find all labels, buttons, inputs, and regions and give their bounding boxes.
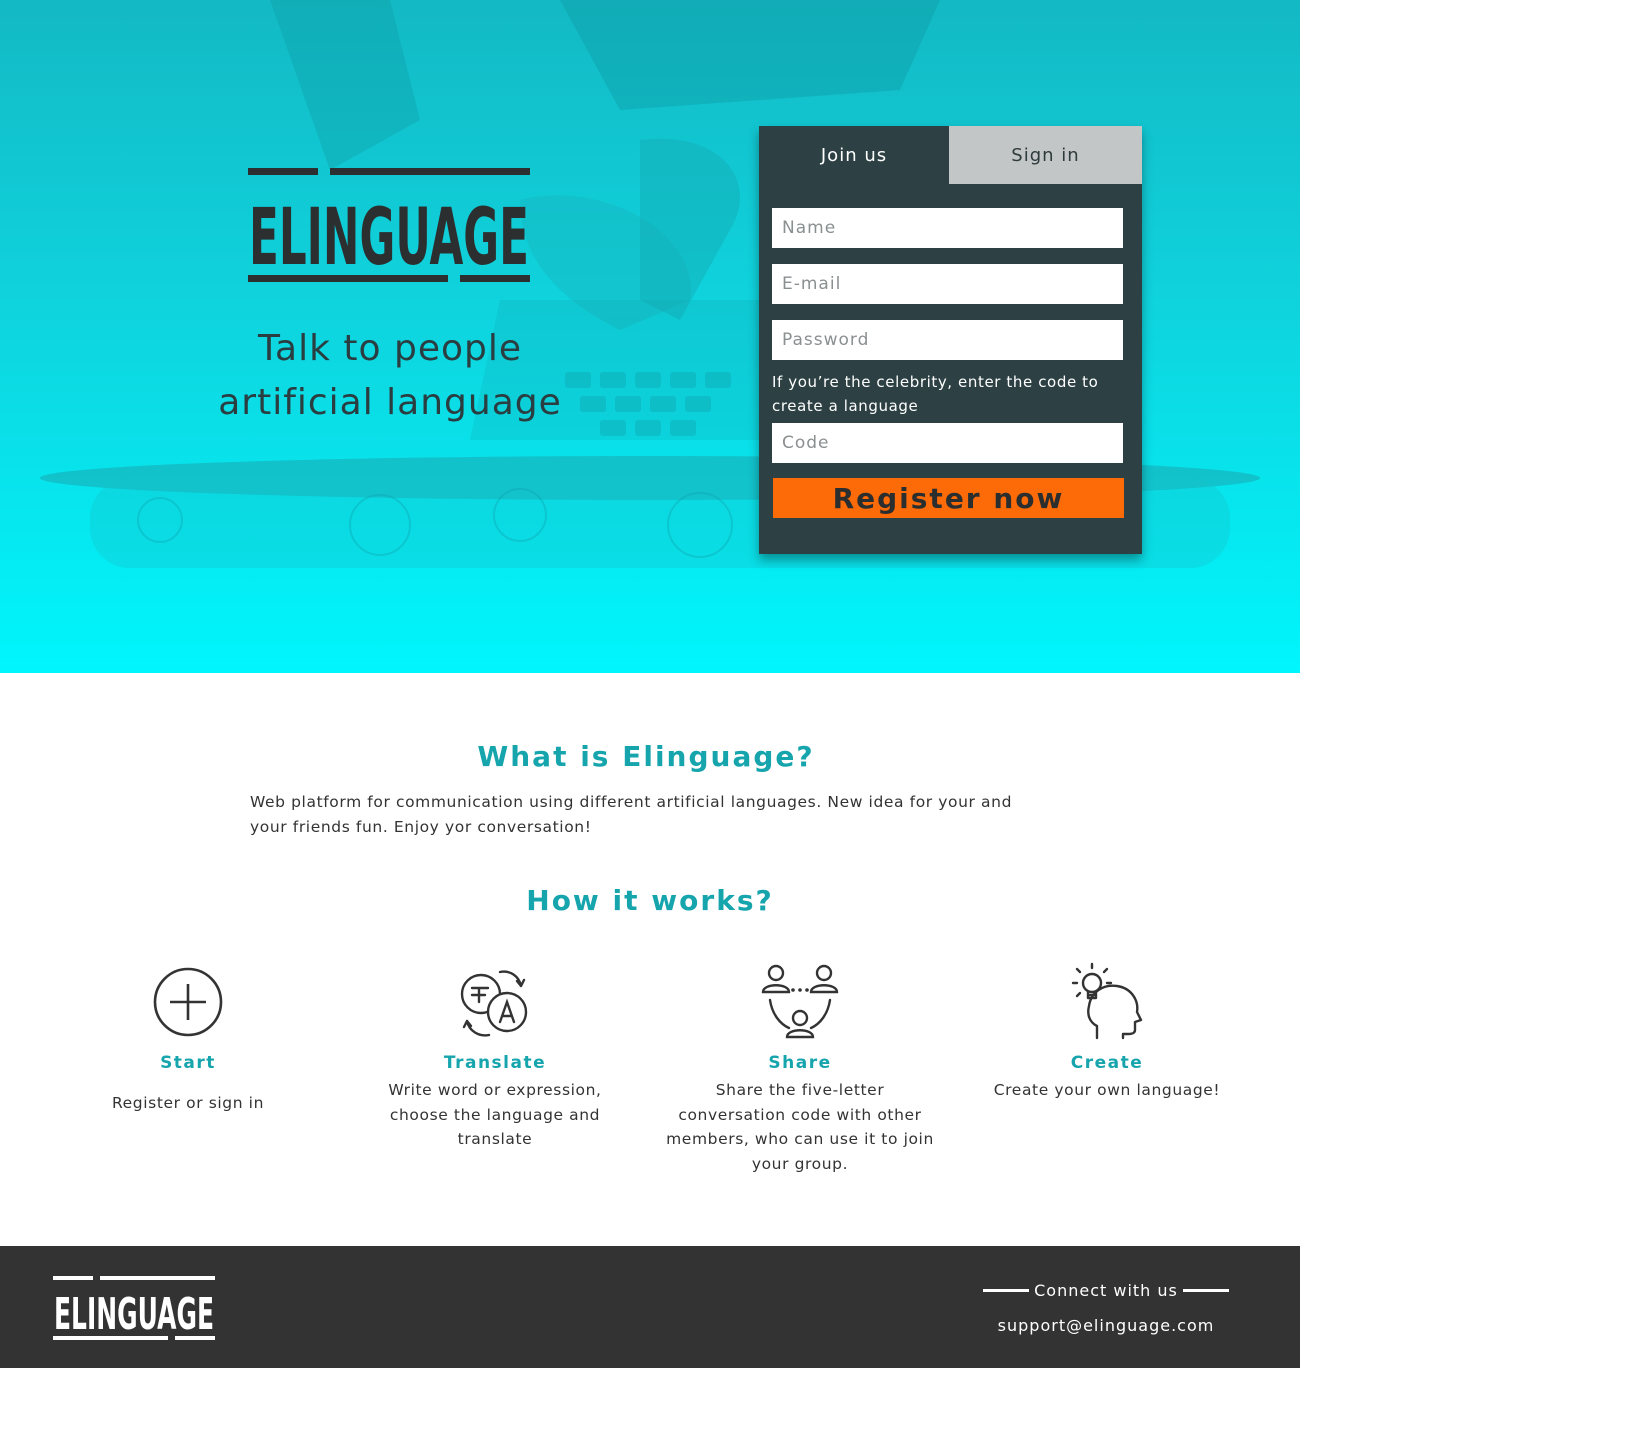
- hero-section: ELINGUAGE Talk to people artificial lang…: [0, 0, 1300, 673]
- step-description: Create your own language!: [993, 1081, 1221, 1099]
- support-email-link[interactable]: support@elinguage.com: [983, 1316, 1229, 1335]
- share-group-icon: [761, 964, 839, 1039]
- celebrity-code-note: If you’re the celebrity, enter the code …: [772, 373, 1099, 415]
- connect-label: Connect with us: [1034, 1280, 1178, 1300]
- how-it-works-title: How it works?: [526, 884, 774, 917]
- step-description: Register or sign in: [111, 1094, 265, 1112]
- step-title: Create: [1070, 1053, 1144, 1073]
- code-input[interactable]: [772, 423, 1123, 463]
- tagline-line-1: Talk to people: [258, 328, 522, 369]
- step-description: Write word or expression, choose the lan…: [388, 1081, 602, 1148]
- footer: ELINGUAGE Connect with us support@elingu…: [0, 1246, 1300, 1368]
- elinguage-logo: ELINGUAGE: [248, 168, 530, 282]
- step-description: Share the five-letter conversation code …: [666, 1081, 934, 1173]
- step-title: Start: [160, 1053, 216, 1073]
- svg-text:ELINGUAGE: ELINGUAGE: [54, 1289, 214, 1340]
- tagline-line-2: artificial language: [218, 382, 562, 423]
- translate-icon: [460, 970, 528, 1037]
- step-title: Translate: [443, 1053, 547, 1073]
- divider-line-right: [1183, 1288, 1229, 1292]
- divider-line-left: [983, 1288, 1029, 1292]
- svg-text:ELINGUAGE: ELINGUAGE: [249, 193, 529, 282]
- auth-tabs: Join us Sign in: [759, 126, 1142, 184]
- step-title: Share: [768, 1053, 832, 1073]
- what-is-title: What is Elinguage?: [477, 740, 815, 773]
- about-description: Web platform for communication using dif…: [250, 793, 1013, 836]
- tab-join-us[interactable]: Join us: [759, 126, 949, 184]
- step-share: Share Share the five-letter conversation…: [665, 962, 935, 1173]
- step-start: Start Register or sign in: [53, 962, 323, 1112]
- email-input[interactable]: [772, 264, 1123, 304]
- name-input[interactable]: [772, 208, 1123, 248]
- register-now-button[interactable]: Register now: [773, 478, 1124, 518]
- password-input[interactable]: [772, 320, 1123, 360]
- plus-circle-icon: [153, 967, 223, 1037]
- tab-sign-in[interactable]: Sign in: [949, 126, 1142, 184]
- idea-head-icon: [1071, 962, 1143, 1040]
- footer-elinguage-logo[interactable]: ELINGUAGE: [53, 1276, 215, 1340]
- registration-panel: Join us Sign in If you’re the celebrity,…: [759, 126, 1142, 554]
- hero-tagline: Talk to people artificial language: [190, 322, 590, 430]
- step-create: Create Create your own language!: [972, 962, 1242, 1099]
- step-translate: Translate Write word or expression, choo…: [360, 962, 630, 1148]
- connect-with-us: Connect with us: [983, 1278, 1229, 1302]
